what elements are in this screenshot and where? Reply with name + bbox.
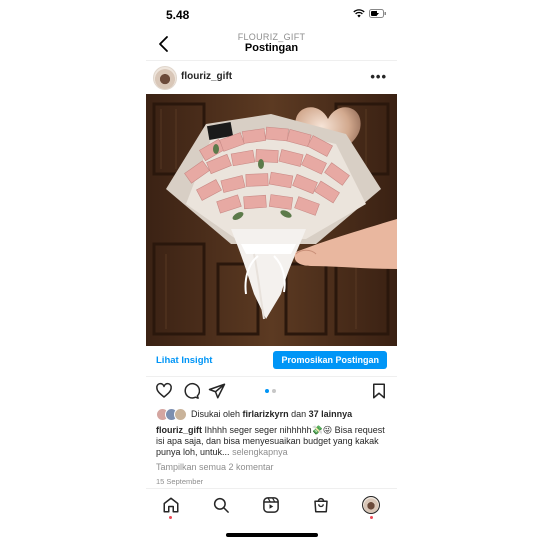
post-header: flouriz_gift ••• (146, 61, 397, 94)
battery-icon (369, 9, 386, 18)
page-title: Postingan (244, 42, 299, 54)
more-options-icon[interactable]: ••• (370, 69, 387, 84)
home-indicator (226, 533, 318, 537)
likes-summary[interactable]: Disukai oleh firlarizkyrn dan 37 lainnya (156, 407, 352, 421)
caption-more-link[interactable]: selengkapnya (232, 447, 288, 457)
comment-icon[interactable] (182, 382, 200, 400)
promote-post-button[interactable]: Promosikan Postingan (273, 351, 387, 369)
post-photo[interactable] (146, 94, 397, 346)
status-time: 5.48 (166, 8, 190, 22)
notification-dot (169, 516, 172, 519)
wifi-icon (353, 9, 365, 18)
status-bar: 5.48 (146, 0, 397, 28)
likes-user[interactable]: firlarizkyrn (243, 409, 289, 419)
header-account-name: FLOURIZ_GIFT (237, 32, 306, 42)
likes-others[interactable]: 37 lainnya (309, 409, 353, 419)
reels-icon[interactable] (262, 496, 280, 514)
bookmark-icon[interactable] (370, 382, 388, 400)
share-icon[interactable] (208, 382, 226, 400)
carousel-dot (272, 389, 276, 393)
instagram-post-screen: 5.48 FLOURIZ_GIFT Postingan flouriz_gift… (146, 0, 397, 543)
home-icon[interactable] (162, 496, 180, 514)
likes-prefix: Disukai oleh (191, 409, 241, 419)
shop-icon[interactable] (312, 496, 330, 514)
bottom-tab-bar (146, 488, 397, 523)
bouquet-image (146, 94, 397, 346)
notification-dot (370, 516, 373, 519)
post-username[interactable]: flouriz_gift (181, 71, 232, 82)
insight-row: Lihat Insight Promosikan Postingan (146, 346, 397, 377)
view-insights-link[interactable]: Lihat Insight (156, 355, 212, 366)
caption-username[interactable]: flouriz_gift (156, 425, 202, 435)
post-caption: flouriz_gift Ihhhh seger seger nihhhhh💸😜… (156, 425, 388, 458)
post-date: 15 September (156, 477, 204, 486)
heart-icon[interactable] (155, 382, 173, 400)
post-actions (146, 380, 397, 404)
likes-text: Disukai oleh firlarizkyrn dan 37 lainnya (191, 409, 352, 419)
carousel-dot-active (265, 389, 269, 393)
liker-avatar (174, 407, 187, 421)
search-icon[interactable] (212, 496, 230, 514)
likes-joiner: dan (291, 409, 307, 419)
avatar[interactable] (153, 66, 177, 90)
carousel-indicator (265, 389, 276, 393)
page-header: FLOURIZ_GIFT Postingan (146, 28, 397, 61)
view-comments-link[interactable]: Tampilkan semua 2 komentar (156, 462, 274, 472)
status-icons (353, 9, 387, 18)
profile-avatar[interactable] (362, 496, 380, 514)
